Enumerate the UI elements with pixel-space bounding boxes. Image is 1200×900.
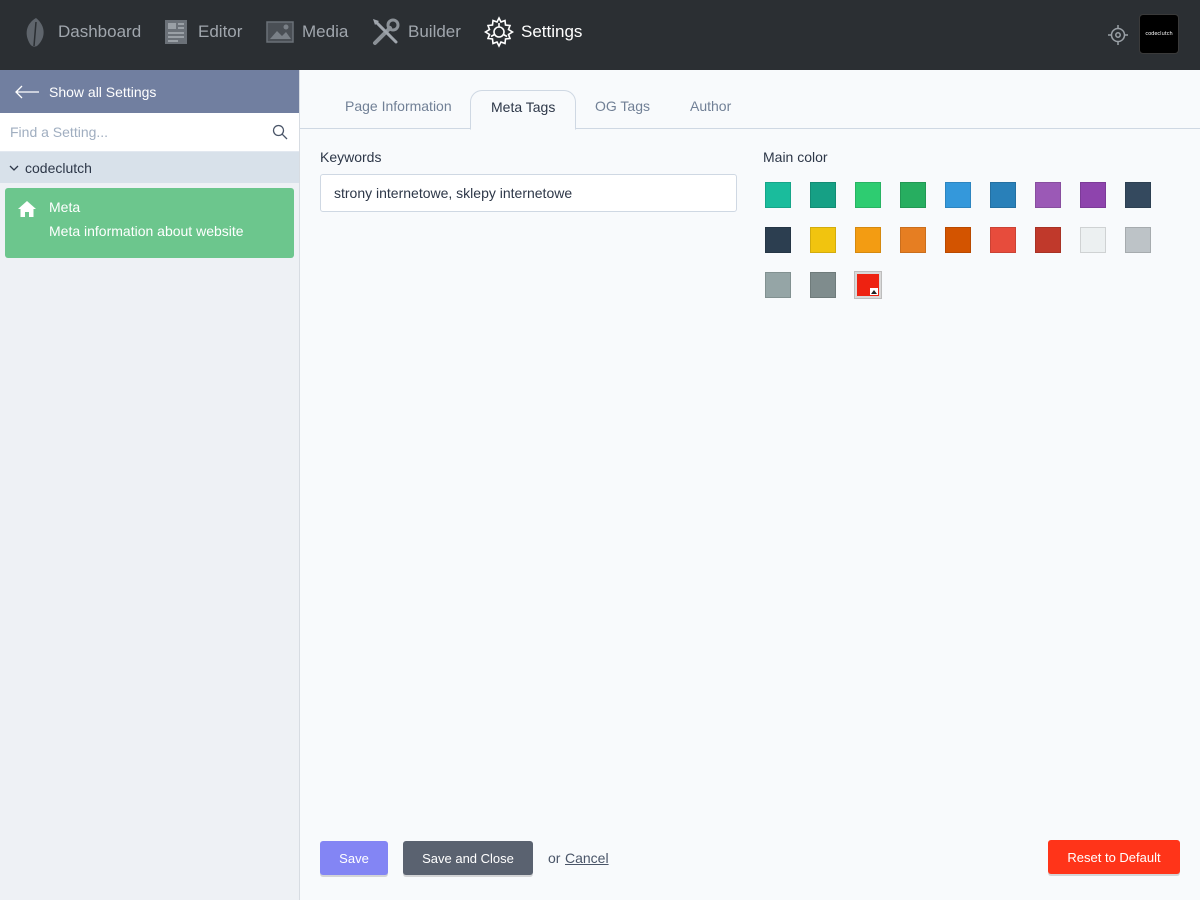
nav-editor[interactable]: Editor	[160, 14, 242, 50]
tab-meta-tags[interactable]: Meta Tags	[470, 90, 577, 130]
gear-icon	[483, 16, 515, 48]
color-swatch[interactable]	[1080, 227, 1106, 253]
color-swatch[interactable]	[900, 182, 926, 208]
color-swatch[interactable]	[765, 182, 791, 208]
color-swatch[interactable]	[810, 182, 836, 208]
reset-to-default-button[interactable]: Reset to Default	[1048, 840, 1180, 874]
color-swatch[interactable]	[765, 272, 791, 298]
sidebar-item-description: Meta information about website	[49, 223, 244, 239]
sidebar-item-title: Meta	[49, 199, 81, 215]
settings-sidebar: Show all Settings codeclutch Meta Meta i…	[0, 70, 300, 900]
color-swatch[interactable]	[855, 272, 881, 298]
top-navbar: Dashboard Editor Media Builder Settings …	[0, 0, 1200, 70]
save-button[interactable]: Save	[320, 841, 388, 875]
keywords-input[interactable]	[320, 174, 737, 212]
group-header-label: codeclutch	[25, 159, 92, 176]
sidebar-item-meta[interactable]: Meta Meta information about website	[5, 188, 294, 258]
color-swatch[interactable]	[1125, 227, 1151, 253]
color-swatch[interactable]	[855, 182, 881, 208]
or-text: or	[548, 850, 561, 866]
nav-media[interactable]: Media	[264, 14, 348, 50]
nav-media-label: Media	[302, 22, 349, 41]
nav-settings-label: Settings	[521, 22, 583, 41]
avatar[interactable]: codeclutch	[1139, 14, 1179, 54]
color-swatch[interactable]	[990, 182, 1016, 208]
main-color-label: Main color	[763, 149, 828, 165]
tab-author[interactable]: Author	[670, 90, 751, 129]
color-swatch[interactable]	[945, 182, 971, 208]
find-setting-box	[0, 113, 299, 152]
caret-up-icon	[870, 288, 878, 295]
search-icon[interactable]	[272, 124, 288, 140]
nav-builder[interactable]: Builder	[370, 14, 461, 50]
color-swatch[interactable]	[810, 227, 836, 253]
find-setting-input[interactable]	[0, 113, 262, 151]
color-swatch[interactable]	[1035, 182, 1061, 208]
crosshair-icon[interactable]	[1106, 23, 1130, 47]
image-icon	[264, 16, 296, 48]
group-header-codeclutch[interactable]: codeclutch	[0, 152, 299, 183]
settings-tabs: Page Information Meta Tags OG Tags Autho…	[300, 70, 1200, 130]
color-swatch[interactable]	[900, 227, 926, 253]
keywords-label: Keywords	[320, 149, 382, 165]
avatar-text: codeclutch	[1145, 31, 1173, 37]
home-icon	[18, 201, 36, 217]
color-swatch[interactable]	[810, 272, 836, 298]
color-swatch[interactable]	[1125, 182, 1151, 208]
nav-settings[interactable]: Settings	[483, 14, 582, 50]
nav-editor-label: Editor	[198, 22, 243, 41]
nav-dashboard-label: Dashboard	[58, 22, 142, 41]
color-swatch[interactable]	[1080, 182, 1106, 208]
color-swatch[interactable]	[990, 227, 1016, 253]
tab-og-tags[interactable]: OG Tags	[575, 90, 670, 129]
show-all-settings-label: Show all Settings	[49, 83, 157, 100]
arrow-left-icon	[15, 85, 39, 98]
nav-dashboard[interactable]: Dashboard	[20, 14, 141, 50]
save-and-close-button[interactable]: Save and Close	[403, 841, 533, 875]
chevron-down-icon	[9, 165, 19, 171]
color-swatch[interactable]	[945, 227, 971, 253]
color-swatch[interactable]	[855, 227, 881, 253]
nav-builder-label: Builder	[408, 22, 461, 41]
color-swatch[interactable]	[765, 227, 791, 253]
tab-page-information[interactable]: Page Information	[325, 90, 472, 129]
cancel-link[interactable]: Cancel	[565, 850, 609, 866]
leaf-icon	[20, 16, 52, 48]
color-swatch[interactable]	[1035, 227, 1061, 253]
tools-icon	[370, 16, 402, 48]
newspaper-icon	[160, 16, 192, 48]
show-all-settings-button[interactable]: Show all Settings	[0, 70, 299, 113]
